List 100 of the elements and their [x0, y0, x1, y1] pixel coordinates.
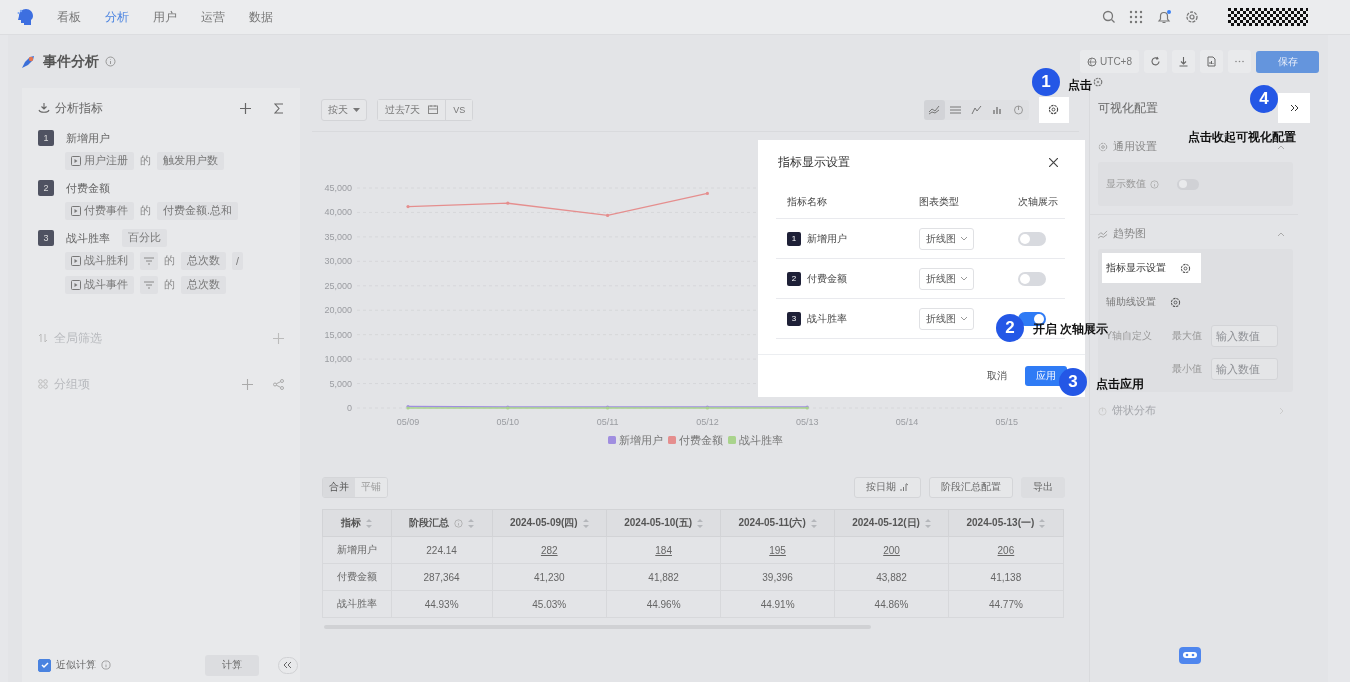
sort-icon[interactable] [468, 518, 475, 528]
sort-icon[interactable] [810, 518, 817, 528]
add-icon[interactable] [239, 102, 251, 114]
info-icon[interactable] [101, 660, 111, 670]
table-cell: 44.86% [834, 590, 949, 618]
settings-icon[interactable] [1179, 262, 1191, 274]
download-button[interactable] [1172, 50, 1195, 73]
value-link[interactable]: 206 [997, 544, 1015, 556]
metric-name[interactable]: 新增用户 [66, 130, 110, 146]
apps-grid-icon[interactable] [1129, 10, 1143, 24]
field-chip[interactable]: 总次数 [181, 276, 226, 294]
column-header: 指标名称 [786, 194, 828, 209]
chart-type-icon [1012, 104, 1024, 115]
nav-tab[interactable]: 看板 [57, 8, 81, 26]
chevron-down-icon [961, 276, 967, 281]
nav-tab[interactable]: 分析 [105, 8, 129, 26]
section-title[interactable]: 趋势图 [1112, 227, 1146, 241]
legend-item[interactable]: 战斗胜率 [727, 434, 783, 446]
value-link[interactable]: 195 [769, 544, 786, 556]
event-chip[interactable]: 战斗事件 [65, 276, 134, 294]
table-cell: 41,138 [948, 563, 1064, 591]
event-chip[interactable]: 付费事件 [65, 202, 134, 220]
more-button[interactable] [1228, 50, 1251, 73]
info-icon[interactable] [105, 56, 116, 67]
value-link[interactable]: 282 [540, 544, 558, 556]
legend-item[interactable]: 新增用户 [607, 434, 663, 446]
chart-type-icon [928, 104, 940, 115]
event-chip[interactable]: 战斗胜利 [65, 252, 134, 270]
compute-button[interactable]: 计算 [204, 654, 259, 676]
sigma-icon[interactable] [273, 102, 284, 114]
column-header[interactable]: 2024-05-12(日) [834, 509, 949, 537]
column-header[interactable]: 阶段汇总 [391, 509, 493, 537]
section-title[interactable]: 通用设置 [1112, 140, 1157, 154]
refresh-button[interactable] [1144, 50, 1167, 73]
view-mode-tab[interactable]: 合并 [322, 477, 355, 497]
chart-type-dropdown[interactable]: 折线图 [919, 227, 974, 250]
robot-icon[interactable] [1177, 644, 1202, 666]
column-header[interactable]: 2024-05-11(六) [720, 509, 835, 537]
cancel-button[interactable]: 取消 [987, 369, 1007, 383]
close-icon[interactable] [1049, 158, 1058, 167]
chart-type-dropdown[interactable]: 折线图 [919, 267, 974, 290]
max-value-field[interactable]: 输入数值 [1210, 325, 1278, 347]
chevron-right-icon[interactable] [1277, 408, 1286, 414]
nav-tab[interactable]: 运营 [201, 8, 225, 26]
settings-button[interactable] [1038, 96, 1069, 123]
setting-row[interactable]: 辅助线设置 [1101, 287, 1201, 317]
field-chip[interactable]: 触发用户数 [157, 152, 224, 170]
timezone-button[interactable]: UTC+8 [1080, 50, 1139, 73]
chevron-up-icon[interactable] [1277, 144, 1286, 150]
save-button[interactable]: 保存 [1256, 50, 1319, 73]
bell-icon[interactable] [1156, 9, 1172, 25]
filter-button[interactable] [140, 276, 158, 294]
nav-tab[interactable]: 用户 [153, 8, 177, 26]
column-header[interactable]: 指标 [322, 509, 392, 537]
legend-item[interactable]: 付费金额 [667, 434, 723, 446]
report-button[interactable] [1200, 50, 1223, 73]
operator-chip[interactable]: / [232, 252, 243, 270]
metric-name[interactable]: 付费金额 [66, 180, 110, 196]
granularity-dropdown[interactable]: 按天 [320, 98, 367, 121]
column-header[interactable]: 2024-05-13(一) [948, 509, 1064, 537]
export-button[interactable]: 导出 [1020, 476, 1065, 498]
sort-icon[interactable] [366, 518, 373, 528]
axis-label: 5,000 [329, 378, 352, 389]
chart-type-button[interactable] [923, 99, 945, 120]
toggle-switch[interactable] [1176, 178, 1199, 190]
search-icon[interactable] [1102, 10, 1116, 24]
sort-icon[interactable] [697, 518, 704, 528]
collapse-button[interactable] [277, 656, 298, 674]
toggle-switch[interactable] [1018, 231, 1046, 246]
apply-button[interactable]: 应用 [1025, 366, 1067, 386]
nav-tab[interactable]: 数据 [249, 8, 273, 26]
sort-icon[interactable] [582, 518, 589, 528]
min-value-field[interactable]: 输入数值 [1210, 358, 1278, 380]
value-link[interactable]: 184 [655, 544, 672, 556]
checkbox[interactable] [38, 658, 51, 672]
field-chip[interactable]: 付费金额.总和 [157, 202, 238, 220]
setting-row[interactable]: 指标显示设置 [1101, 253, 1201, 283]
step-instruction: 点击收起可视化配置 [1188, 129, 1296, 146]
summary-config-button[interactable]: 阶段汇总配置 [928, 476, 1013, 498]
settings-icon[interactable] [1185, 10, 1199, 24]
chevron-up-icon[interactable] [1277, 231, 1286, 237]
compare-button[interactable]: VS [445, 99, 473, 120]
toggle-switch[interactable] [1018, 271, 1046, 286]
format-chip[interactable]: 百分比 [122, 229, 167, 247]
metric-name[interactable]: 战斗胜率 [66, 230, 110, 246]
collapse-panel-button[interactable] [1278, 93, 1310, 123]
sort-icon[interactable] [1039, 518, 1046, 528]
field-chip[interactable]: 总次数 [181, 252, 226, 270]
settings-icon[interactable] [1169, 296, 1181, 308]
pixel-pattern-icon [1228, 8, 1308, 26]
share-icon[interactable] [272, 378, 284, 390]
value-link[interactable]: 200 [883, 544, 900, 556]
event-chip[interactable]: 用户注册 [65, 152, 134, 170]
sort-icon[interactable] [924, 518, 931, 528]
column-header[interactable]: 2024-05-10(五) [606, 509, 721, 537]
column-header[interactable]: 2024-05-09(四) [492, 509, 607, 537]
chart-type-dropdown[interactable]: 折线图 [919, 307, 974, 330]
info-icon[interactable] [1149, 179, 1159, 189]
sort-button[interactable]: 按日期 [853, 476, 921, 498]
filter-button[interactable] [140, 252, 158, 270]
